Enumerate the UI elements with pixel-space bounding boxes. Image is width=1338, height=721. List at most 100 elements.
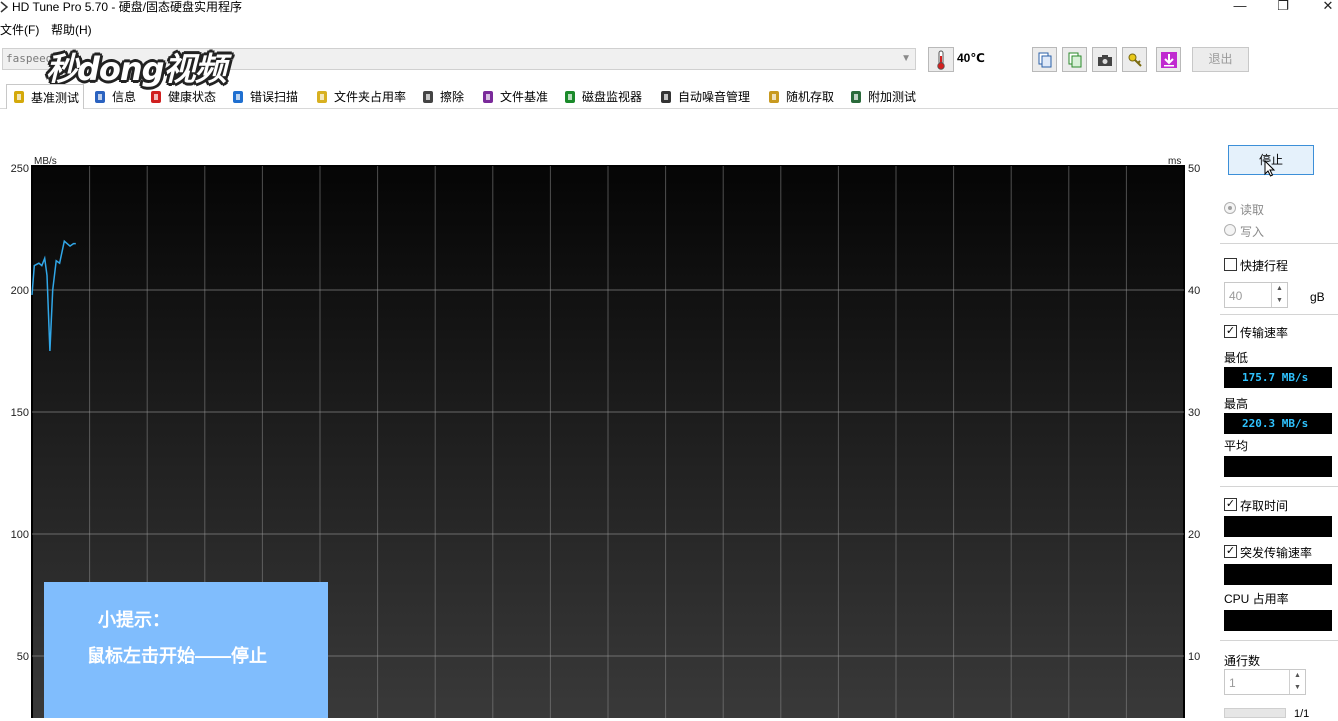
folder-usage-icon bbox=[314, 89, 330, 105]
hint-title: 小提示： bbox=[98, 610, 170, 630]
access-time-checkbox[interactable]: ✓ bbox=[1224, 498, 1237, 511]
stepper-arrows-icon[interactable]: ▲ ▼ bbox=[1271, 283, 1287, 307]
noise-icon bbox=[658, 89, 674, 105]
pass-progress-text: 1/1 bbox=[1294, 708, 1310, 720]
y-tick-label-right: 10 bbox=[1188, 651, 1200, 663]
tab-label: 文件夹占用率 bbox=[334, 90, 407, 104]
save-button[interactable] bbox=[1156, 47, 1181, 72]
tab-label: 磁盘监视器 bbox=[582, 90, 643, 104]
passes-stepper[interactable]: 1 ▲ ▼ bbox=[1224, 669, 1306, 695]
divider bbox=[1220, 243, 1338, 244]
download-arrow-icon bbox=[1160, 51, 1177, 68]
screenshot-button[interactable] bbox=[1092, 47, 1117, 72]
tab-folder-usage[interactable]: 文件夹占用率 bbox=[314, 85, 406, 108]
tab-label: 自动噪音管理 bbox=[678, 90, 751, 104]
benchmark-icon bbox=[11, 89, 27, 105]
health-icon bbox=[148, 89, 164, 105]
temperature-button[interactable] bbox=[928, 47, 954, 72]
disk-monitor-icon bbox=[562, 89, 578, 105]
divider bbox=[1220, 640, 1338, 641]
read-radio[interactable] bbox=[1224, 202, 1236, 214]
tab-label: 擦除 bbox=[440, 90, 465, 104]
min-label: 最低 bbox=[1224, 351, 1249, 365]
tab-file-benchmark[interactable]: 文件基准 bbox=[480, 85, 548, 108]
thermometer-icon bbox=[937, 50, 945, 70]
y-tick-label-right: 20 bbox=[1188, 529, 1200, 541]
avg-value bbox=[1224, 456, 1332, 477]
benchmark-options-panel: 停止 读取 写入 快捷行程 40 ▲ ▼ gB ✓ 传输速率 最低 175.7 M… bbox=[1216, 110, 1338, 720]
file-benchmark-icon bbox=[480, 89, 496, 105]
tab-benchmark[interactable]: 基准测试 bbox=[6, 84, 85, 109]
error-scan-icon bbox=[230, 89, 246, 105]
cpu-usage-value bbox=[1224, 610, 1332, 631]
erase-icon bbox=[420, 89, 436, 105]
y-tick-label-left: 150 bbox=[11, 407, 29, 419]
tab-random-access[interactable]: 随机存取 bbox=[766, 85, 834, 108]
y-tick-label-right: 40 bbox=[1188, 285, 1200, 297]
tab-label: 附加测试 bbox=[868, 90, 917, 104]
passes-value: 1 bbox=[1229, 676, 1236, 690]
tab-health[interactable]: 健康状态 bbox=[148, 85, 216, 108]
mouse-cursor-icon bbox=[1264, 160, 1276, 177]
window-title: HD Tune Pro 5.70 - 硬盘/固态硬盘实用程序 bbox=[12, 0, 243, 14]
hint-box: 小提示： 鼠标左击开始——停止 bbox=[44, 582, 328, 718]
tab-label: 信息 bbox=[112, 90, 137, 104]
random-access-icon bbox=[766, 89, 782, 105]
passes-label: 通行数 bbox=[1224, 654, 1261, 668]
exit-button[interactable]: 退出 bbox=[1192, 47, 1249, 72]
restore-button[interactable]: ❐ bbox=[1271, 0, 1295, 14]
y-tick-label-left: 100 bbox=[11, 529, 29, 541]
options-button[interactable] bbox=[1122, 47, 1147, 72]
close-button[interactable]: ✕ bbox=[1316, 0, 1338, 14]
tab-error-scan[interactable]: 错误扫描 bbox=[230, 85, 298, 108]
app-icon bbox=[0, 1, 8, 13]
extra-tests-icon bbox=[848, 89, 864, 105]
cpu-usage-label: CPU 占用率 bbox=[1224, 592, 1289, 606]
menu-bar: 文件(F) 帮助(H) bbox=[0, 20, 1338, 38]
menu-file[interactable]: 文件(F) bbox=[0, 21, 39, 38]
copy-all-button[interactable] bbox=[1062, 47, 1087, 72]
video-watermark-logo: 秒dong视频 bbox=[44, 44, 249, 88]
key-icon bbox=[1128, 53, 1142, 67]
y-tick-label-left: 250 bbox=[11, 163, 29, 175]
menu-help[interactable]: 帮助(H) bbox=[51, 21, 92, 38]
hint-text: 鼠标左击开始——停止 bbox=[87, 646, 267, 666]
tab-label: 文件基准 bbox=[500, 90, 549, 104]
camera-icon bbox=[1097, 54, 1112, 66]
y-axis-label-right: ms bbox=[1168, 156, 1181, 167]
tab-label: 基准测试 bbox=[31, 90, 80, 105]
avg-label: 平均 bbox=[1224, 439, 1249, 453]
access-time-value bbox=[1224, 516, 1332, 537]
tab-label: 随机存取 bbox=[786, 90, 835, 104]
y-axis-label-left: MB/s bbox=[34, 156, 57, 167]
write-radio-label: 写入 bbox=[1240, 225, 1265, 239]
read-radio-label: 读取 bbox=[1240, 203, 1265, 217]
tab-label: 健康状态 bbox=[168, 90, 217, 104]
burst-rate-value bbox=[1224, 564, 1332, 585]
copy-info-button[interactable] bbox=[1032, 47, 1057, 72]
title-bar: HD Tune Pro 5.70 - 硬盘/固态硬盘实用程序 — ❐ ✕ bbox=[0, 0, 1338, 18]
minimize-button[interactable]: — bbox=[1228, 0, 1252, 14]
copy-green-icon bbox=[1068, 52, 1081, 67]
tab-extra-tests[interactable]: 附加测试 bbox=[848, 85, 916, 108]
short-stroke-label: 快捷行程 bbox=[1240, 259, 1289, 273]
tab-erase[interactable]: 擦除 bbox=[420, 85, 464, 108]
stepper-arrows-icon[interactable]: ▲ ▼ bbox=[1289, 670, 1305, 694]
copy-icon bbox=[1038, 52, 1051, 67]
burst-rate-checkbox[interactable]: ✓ bbox=[1224, 545, 1237, 558]
short-stroke-value: 40 bbox=[1229, 289, 1243, 303]
short-stroke-checkbox[interactable] bbox=[1224, 258, 1237, 271]
transfer-rate-label: 传输速率 bbox=[1240, 326, 1289, 340]
short-stroke-stepper[interactable]: 40 ▲ ▼ bbox=[1224, 282, 1288, 308]
tab-noise[interactable]: 自动噪音管理 bbox=[658, 85, 750, 108]
divider bbox=[1220, 486, 1338, 487]
write-radio[interactable] bbox=[1224, 224, 1236, 236]
transfer-rate-checkbox[interactable]: ✓ bbox=[1224, 325, 1237, 338]
tab-disk-monitor[interactable]: 磁盘监视器 bbox=[562, 85, 642, 108]
short-stroke-unit: gB bbox=[1310, 290, 1325, 304]
max-value: 220.3 MB/s bbox=[1224, 413, 1332, 434]
divider bbox=[1220, 314, 1338, 315]
y-tick-label-left: 200 bbox=[11, 285, 29, 297]
tab-bar: 基准测试 信息 健康状态 错误扫描 文件夹占用率 擦除 文件基准 磁盘监视器 自动噪音管理 随机存… bbox=[0, 84, 1338, 109]
tab-info[interactable]: 信息 bbox=[92, 85, 136, 108]
